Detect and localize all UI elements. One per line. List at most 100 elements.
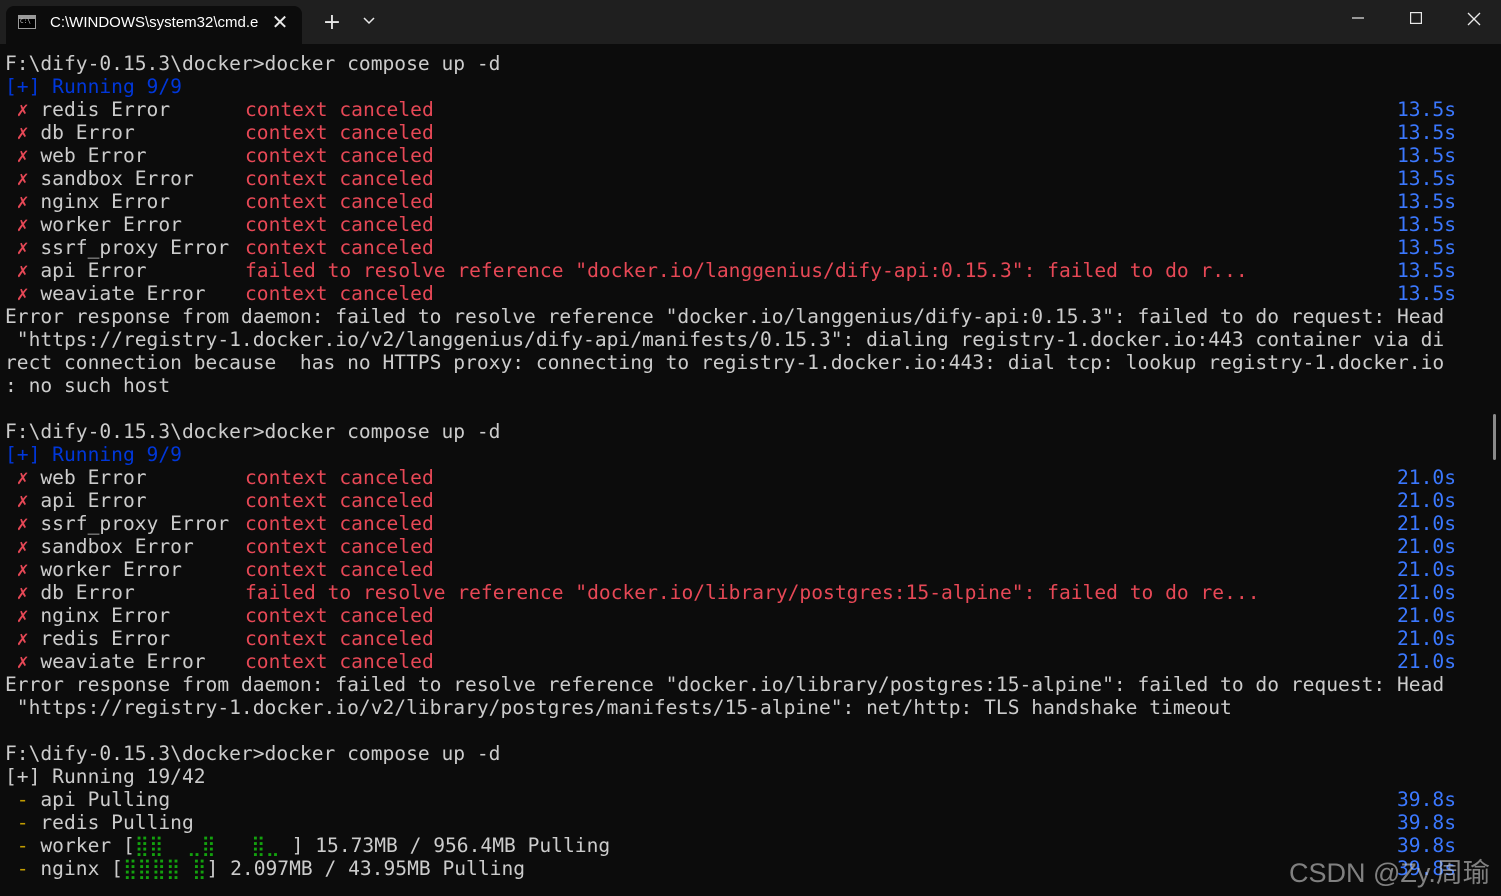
error-message: context canceled: [245, 627, 434, 650]
service-name: sandbox Error: [40, 167, 194, 190]
error-message: context canceled: [245, 236, 434, 259]
service-status-line: ✗ weaviate Error context canceled 21.0s: [0, 650, 1488, 673]
service-name: db Error: [40, 581, 135, 604]
service-name: redis Error: [40, 98, 171, 121]
daemon-error-line: Error response from daemon: failed to re…: [5, 305, 1445, 328]
error-icon: ✗: [16, 650, 29, 673]
error-icon: ✗: [16, 144, 29, 167]
error-icon: ✗: [16, 236, 29, 259]
close-button[interactable]: [1445, 0, 1501, 36]
service-status-line: ✗ nginx Error context canceled 13.5s: [0, 190, 1488, 213]
service-name: worker Error: [40, 213, 182, 236]
service-name: db Error: [40, 121, 135, 144]
service-status-line: ✗ worker Error context canceled 13.5s: [0, 213, 1488, 236]
command-prompt: F:\dify-0.15.3\docker>docker compose up …: [5, 742, 501, 765]
error-icon: ✗: [16, 259, 29, 282]
command-prompt: F:\dify-0.15.3\docker>docker compose up …: [5, 52, 501, 75]
chevron-down-icon[interactable]: [356, 9, 382, 37]
elapsed-time: 21.0s: [1397, 512, 1456, 535]
service-name: redis Error: [40, 627, 171, 650]
watermark: CSDN @Zy.周瑜: [1289, 858, 1490, 888]
elapsed-time: 13.5s: [1397, 282, 1456, 305]
elapsed-time: 13.5s: [1397, 190, 1456, 213]
service-status-line: ✗ web Error context canceled 21.0s: [0, 466, 1488, 489]
error-icon: ✗: [16, 213, 29, 236]
terminal-output[interactable]: F:\dify-0.15.3\docker>docker compose up …: [0, 52, 1488, 896]
error-message: context canceled: [245, 650, 434, 673]
error-message: context canceled: [245, 489, 434, 512]
service-name: worker [: [40, 834, 135, 857]
service-status-line: ✗ weaviate Error context canceled 13.5s: [0, 282, 1488, 305]
tab-title: C:\WINDOWS\system32\cmd.e: [50, 14, 258, 31]
elapsed-time: 39.8s: [1397, 811, 1456, 834]
elapsed-time: 13.5s: [1397, 213, 1456, 236]
tab-cmd[interactable]: C:\WINDOWS\system32\cmd.e ✕: [6, 6, 302, 44]
service-status-line: ✗ nginx Error context canceled 21.0s: [0, 604, 1488, 627]
error-message: context canceled: [245, 121, 434, 144]
tab-close-icon[interactable]: ✕: [268, 10, 292, 34]
elapsed-time: 21.0s: [1397, 558, 1456, 581]
error-message: context canceled: [245, 512, 434, 535]
error-message: context canceled: [245, 167, 434, 190]
pull-status-line: - worker [⣿⣿ ⣀⣿ ⣿⣀ ] 15.73MB / 956.4MB P…: [0, 834, 1488, 857]
pull-status-line: - api Pulling 39.8s: [0, 788, 1488, 811]
elapsed-time: 13.5s: [1397, 259, 1456, 282]
service-name: api Error: [40, 259, 147, 282]
pull-status-line: - redis Pulling 39.8s: [0, 811, 1488, 834]
error-message: context canceled: [245, 282, 434, 305]
service-status-line: ✗ db Error context canceled 13.5s: [0, 121, 1488, 144]
elapsed-time: 13.5s: [1397, 236, 1456, 259]
error-message: context canceled: [245, 558, 434, 581]
service-status-line: ✗ redis Error context canceled 21.0s: [0, 627, 1488, 650]
service-name: ssrf_proxy Error: [40, 236, 230, 259]
maximize-button[interactable]: [1387, 0, 1445, 36]
error-icon: ✗: [16, 627, 29, 650]
service-name: weaviate Error: [40, 650, 206, 673]
service-name: sandbox Error: [40, 535, 194, 558]
error-message: context canceled: [245, 535, 434, 558]
service-status-line: ✗ ssrf_proxy Error context canceled 13.5s: [0, 236, 1488, 259]
terminal-window: C:\WINDOWS\system32\cmd.e ✕ + F:\dify-0.…: [0, 0, 1501, 896]
service-name: api Pulling: [40, 788, 171, 811]
elapsed-time: 21.0s: [1397, 535, 1456, 558]
error-icon: ✗: [16, 512, 29, 535]
error-icon: ✗: [16, 282, 29, 305]
elapsed-time: 21.0s: [1397, 604, 1456, 627]
daemon-error-line: : no such host: [5, 374, 171, 397]
service-name: weaviate Error: [40, 282, 206, 305]
new-tab-button[interactable]: +: [318, 9, 346, 37]
service-status-line: ✗ ssrf_proxy Error context canceled 21.0s: [0, 512, 1488, 535]
service-name: nginx Error: [40, 604, 171, 627]
error-icon: ✗: [16, 604, 29, 627]
running-status: [+] Running 19/42: [5, 765, 206, 788]
scrollbar-thumb[interactable]: [1493, 414, 1496, 460]
error-message: context canceled: [245, 466, 434, 489]
elapsed-time: 21.0s: [1397, 489, 1456, 512]
service-name: nginx [: [40, 857, 123, 880]
daemon-error-line: "https://registry-1.docker.io/v2/langgen…: [5, 328, 1445, 351]
service-name: redis Pulling: [40, 811, 194, 834]
service-name: nginx Error: [40, 190, 171, 213]
daemon-error-line: "https://registry-1.docker.io/v2/library…: [5, 696, 1232, 719]
service-name: web Error: [40, 144, 147, 167]
daemon-error-line: rect connection because has no HTTPS pro…: [5, 351, 1445, 374]
error-message: context canceled: [245, 190, 434, 213]
service-status-line: ✗ redis Error context canceled 13.5s: [0, 98, 1488, 121]
error-icon: ✗: [16, 121, 29, 144]
elapsed-time: 13.5s: [1397, 98, 1456, 121]
error-icon: ✗: [16, 581, 29, 604]
progress-text: ] 2.097MB / 43.95MB Pulling: [206, 857, 526, 880]
error-message: failed to resolve reference "docker.io/l…: [245, 581, 1260, 604]
error-message: context canceled: [245, 213, 434, 236]
error-message: context canceled: [245, 144, 434, 167]
elapsed-time: 13.5s: [1397, 167, 1456, 190]
pulling-icon: -: [16, 857, 29, 880]
running-status: [+] Running 9/9: [5, 75, 182, 98]
minimize-button[interactable]: [1329, 0, 1387, 36]
pulling-icon: -: [16, 788, 29, 811]
elapsed-time: 13.5s: [1397, 144, 1456, 167]
error-icon: ✗: [16, 558, 29, 581]
progress-text: ] 15.73MB / 956.4MB Pulling: [291, 834, 611, 857]
error-message: failed to resolve reference "docker.io/l…: [245, 259, 1248, 282]
